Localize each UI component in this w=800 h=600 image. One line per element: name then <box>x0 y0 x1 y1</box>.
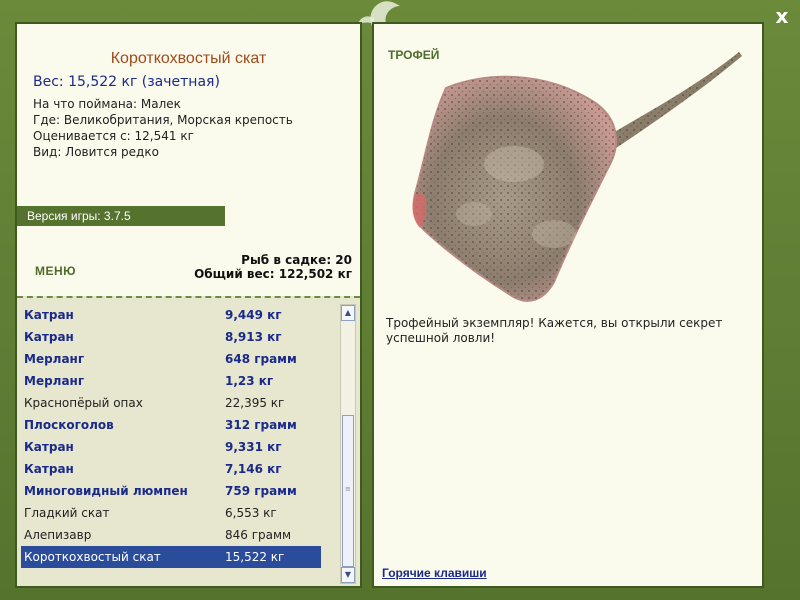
catch-weight: 22,395 кг <box>225 396 285 410</box>
fish-bait: На что поймана: Малек <box>33 97 181 111</box>
catch-weight: 9,449 кг <box>225 308 282 322</box>
catch-row[interactable]: Катран 8,913 кг <box>21 326 321 348</box>
fish-info: На что поймана: Малек Где: Великобритани… <box>33 96 293 160</box>
catch-name: Катран <box>24 330 74 344</box>
catch-row[interactable]: Катран 7,146 кг <box>21 458 321 480</box>
fish-details-panel: Короткохвостый скат Вес: 15,522 кг (заче… <box>15 22 362 588</box>
catch-name: Короткохвостый скат <box>24 550 161 564</box>
fish-title: Короткохвостый скат <box>110 50 267 67</box>
fish-location: Где: Великобритания, Морская крепость <box>33 113 293 127</box>
catch-row[interactable]: Краснопёрый опах 22,395 кг <box>21 392 321 414</box>
catch-name: Алепизавр <box>24 528 92 542</box>
catch-weight: 8,913 кг <box>225 330 282 344</box>
catch-weight: 15,522 кг <box>225 550 285 564</box>
trophy-description: Трофейный экземпляр! Кажется, вы открыли… <box>386 316 723 345</box>
catch-row[interactable]: Алепизавр 846 грамм <box>21 524 321 546</box>
catch-name: Катран <box>24 308 74 322</box>
catch-row[interactable]: Гладкий скат 6,553 кг <box>21 502 321 524</box>
catch-weight: 7,146 кг <box>225 462 282 476</box>
catch-name: Катран <box>24 440 74 454</box>
catch-name: Мерланг <box>24 352 85 366</box>
scroll-up-button[interactable]: ▲ <box>341 305 355 321</box>
keep-count: Рыб в садке: 20 <box>241 253 352 267</box>
catch-weight: 312 грамм <box>225 418 297 432</box>
catch-weight: 6,553 кг <box>225 506 277 520</box>
catch-list-scrollbar[interactable]: ▲ ≡ ▼ <box>340 304 356 584</box>
catch-list-area: Катран 9,449 кг Катран 8,913 кг Мерланг 648… <box>17 296 360 586</box>
catch-name: Мерланг <box>24 374 85 388</box>
catch-row[interactable]: Миноговидный люмпен 759 грамм <box>21 480 321 502</box>
ray-fish-image <box>412 52 742 302</box>
catch-row[interactable]: Мерланг 648 грамм <box>21 348 321 370</box>
catch-row[interactable]: Плоскоголов 312 грамм <box>21 414 321 436</box>
catch-name: Катран <box>24 462 74 476</box>
close-button[interactable]: x <box>770 4 794 28</box>
catch-weight: 9,331 кг <box>225 440 282 454</box>
catch-list: Катран 9,449 кг Катран 8,913 кг Мерланг 648… <box>21 304 321 568</box>
catch-weight: 1,23 кг <box>225 374 274 388</box>
catch-row[interactable]: Катран 9,449 кг <box>21 304 321 326</box>
catch-name: Плоскоголов <box>24 418 114 432</box>
catch-row-selected[interactable]: Короткохвостый скат 15,522 кг <box>21 546 321 568</box>
catch-weight: 846 грамм <box>225 528 292 542</box>
trophy-panel: ТРОФЕЙ Трофейный экземпляр! Кажется, вы … <box>372 22 764 588</box>
hotkeys-link[interactable]: Горячие клавиши <box>382 566 487 580</box>
keep-stats: Рыб в садке: 20 Общий вес: 122,502 кг <box>194 253 352 281</box>
catch-name: Краснопёрый опах <box>24 396 143 410</box>
catch-weight: 648 грамм <box>225 352 297 366</box>
fish-rarity: Вид: Ловится редко <box>33 145 159 159</box>
catch-row[interactable]: Катран 9,331 кг <box>21 436 321 458</box>
menu-button[interactable]: МЕНЮ <box>35 264 76 278</box>
catch-name: Гладкий скат <box>24 506 110 520</box>
catch-name: Миноговидный люмпен <box>24 484 188 498</box>
scroll-grip-icon: ≡ <box>345 485 351 493</box>
scroll-down-button[interactable]: ▼ <box>341 567 355 583</box>
fish-rated-from: Оценивается с: 12,541 кг <box>33 129 194 143</box>
catch-weight: 759 грамм <box>225 484 297 498</box>
game-frame: x Короткохвостый скат Вес: 15,522 кг (за… <box>0 0 800 600</box>
fish-weight: Вес: 15,522 кг (зачетная) <box>33 74 220 90</box>
version-bar: Версия игры: 3.7.5 <box>17 206 225 226</box>
catch-row[interactable]: Мерланг 1,23 кг <box>21 370 321 392</box>
keep-total-weight: Общий вес: 122,502 кг <box>194 267 352 281</box>
scroll-thumb[interactable]: ≡ <box>342 415 354 567</box>
